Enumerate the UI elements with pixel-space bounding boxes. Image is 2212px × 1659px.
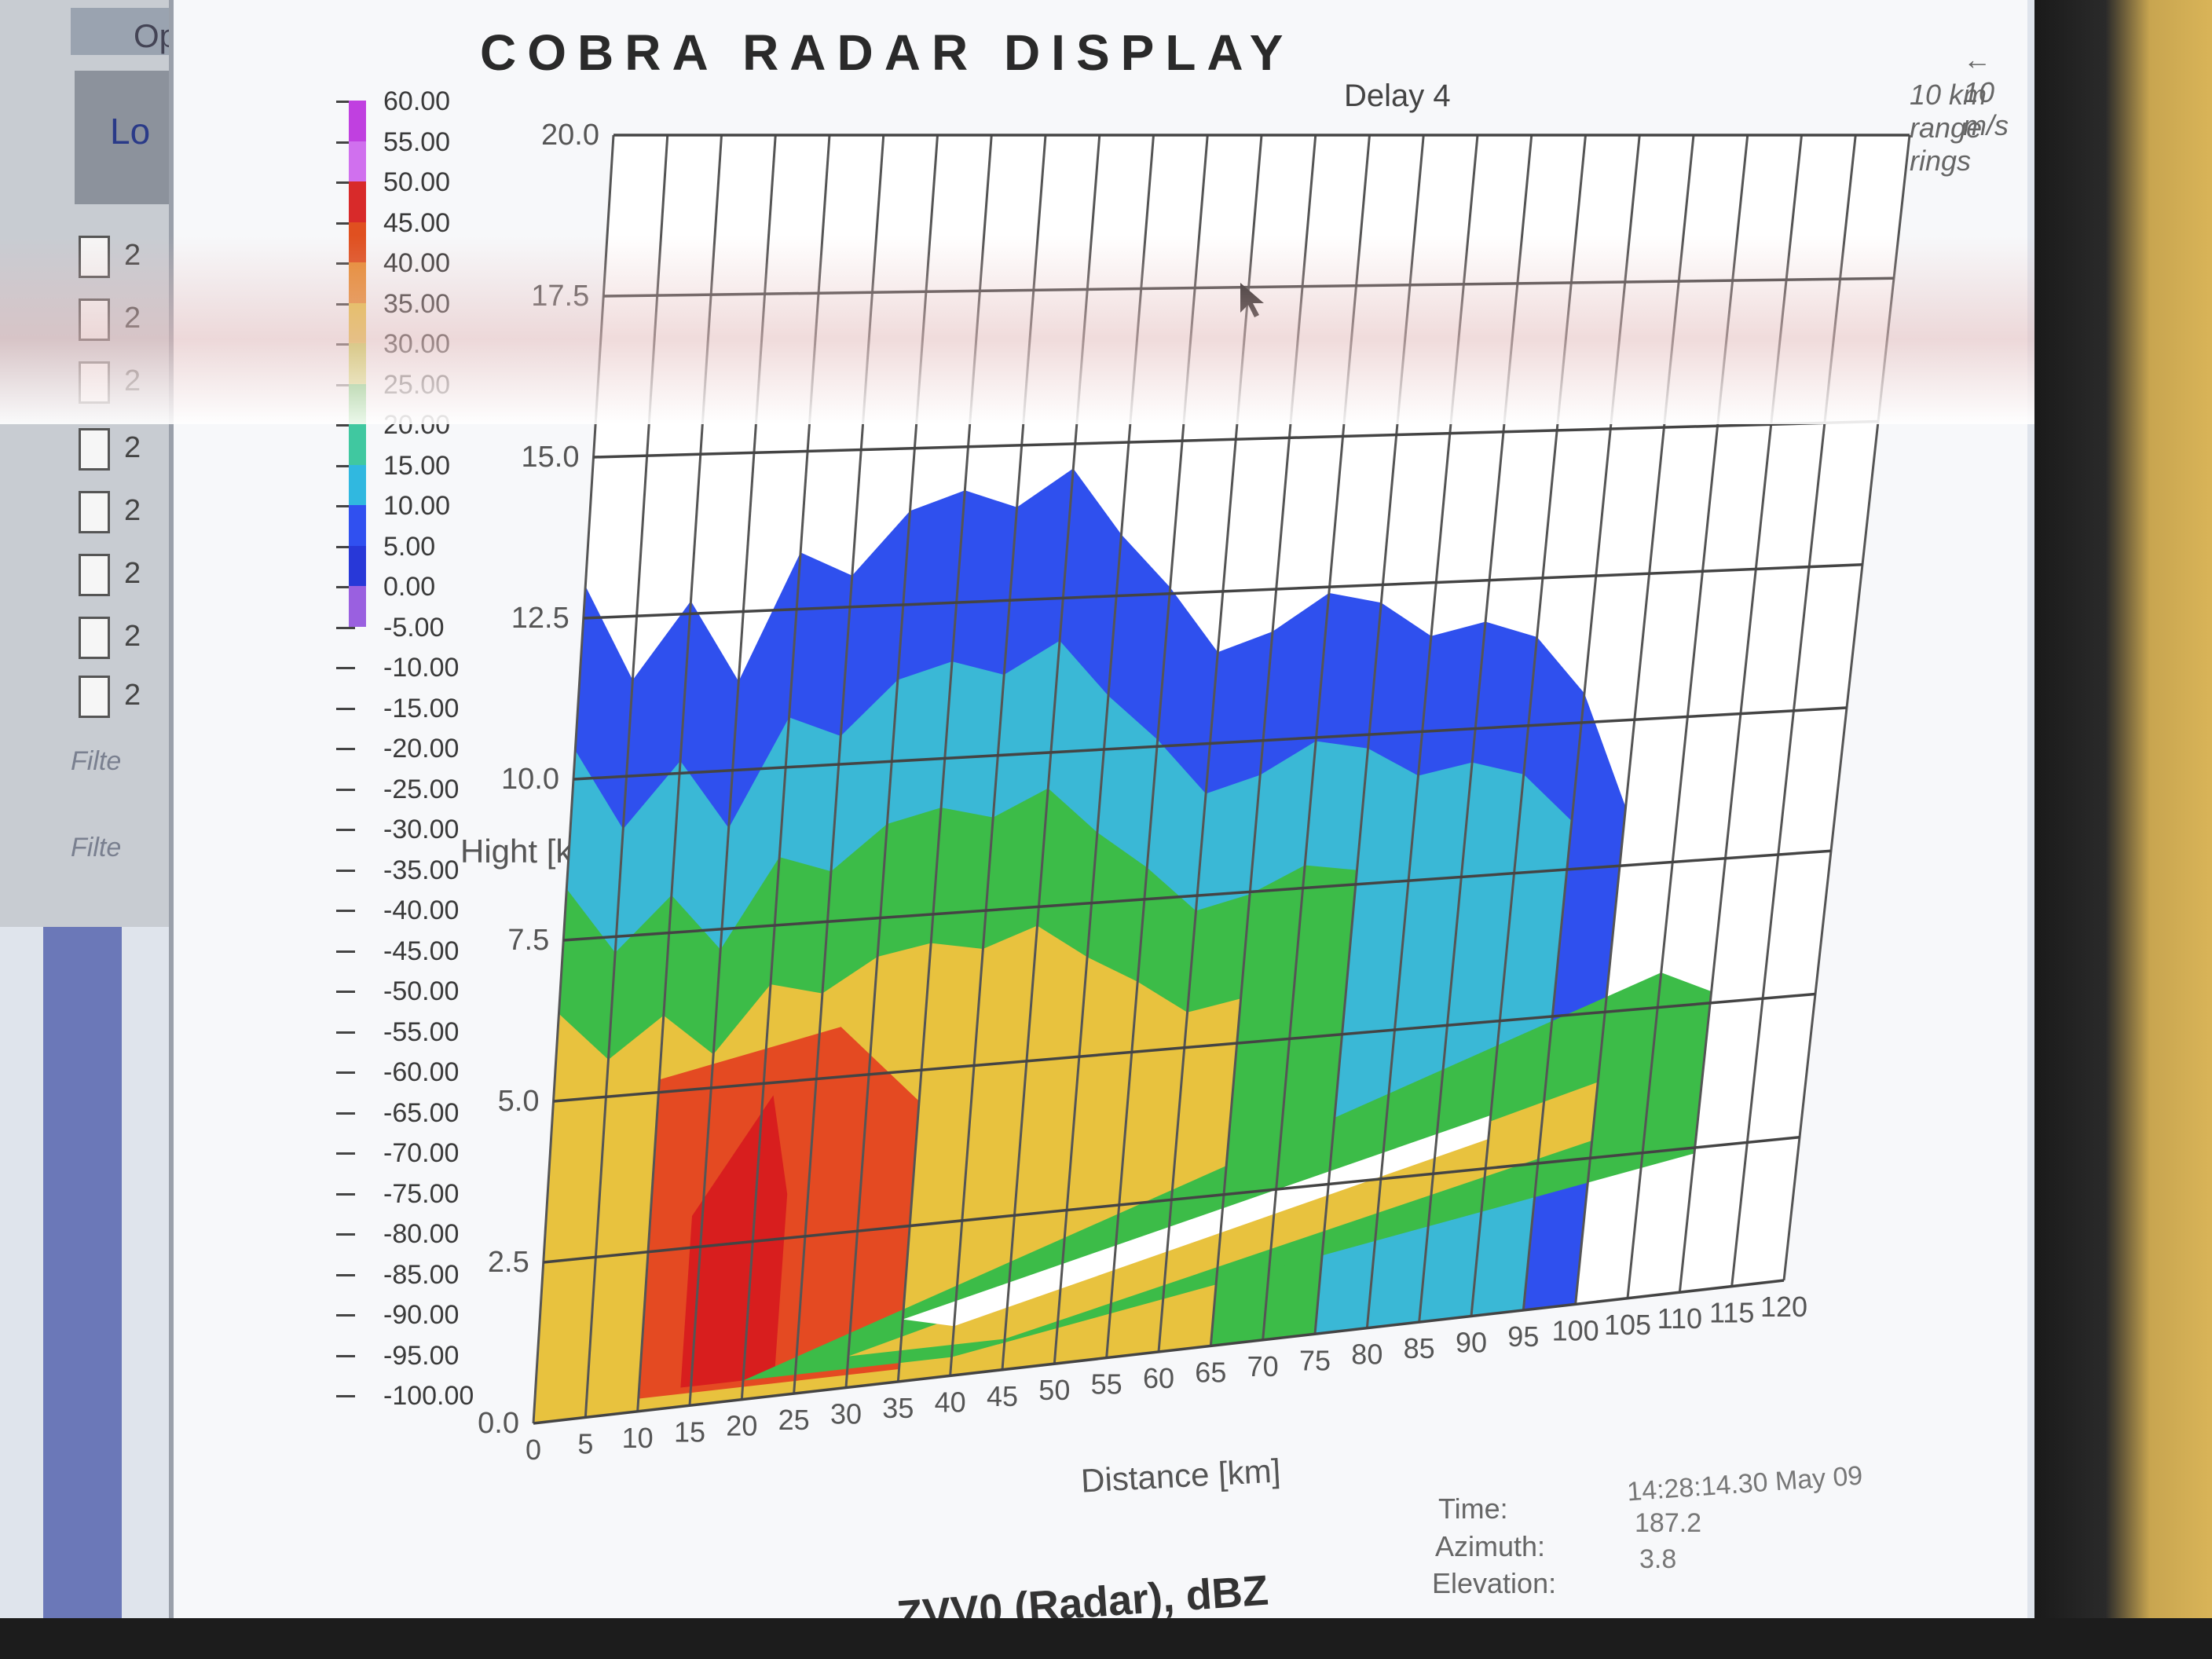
background-window[interactable]: Op Lo 2 2 2 2 2 2 2 2 Filte Filte (0, 0, 183, 927)
y-tick-label: 2.5 (488, 1246, 529, 1279)
screen-glare (0, 236, 2042, 424)
x-tick-label: 30 (830, 1398, 862, 1430)
file-icon (79, 491, 110, 533)
x-tick-label: 120 (1760, 1291, 1807, 1323)
file-list-item[interactable]: 2 (79, 554, 165, 601)
file-icon (79, 617, 110, 659)
time-label: Time: (1438, 1492, 1508, 1525)
x-tick-label: 80 (1351, 1339, 1382, 1371)
x-tick-label: 50 (1038, 1374, 1070, 1406)
x-tick-label: 45 (987, 1380, 1018, 1412)
x-tick-label: 85 (1404, 1332, 1435, 1364)
x-tick-label: 70 (1247, 1350, 1279, 1382)
file-icon (79, 554, 110, 596)
x-tick-label: 60 (1143, 1362, 1174, 1394)
x-tick-label: 55 (1091, 1368, 1122, 1401)
y-tick-label: 5.0 (498, 1085, 540, 1118)
x-tick-label: 100 (1552, 1314, 1599, 1346)
elevation-label: Elevation: (1432, 1567, 1557, 1599)
y-tick-label: 0.0 (478, 1407, 519, 1440)
file-name: 2 (124, 679, 141, 712)
file-name: 2 (124, 557, 141, 590)
x-tick-label: 0 (526, 1434, 541, 1466)
x-tick-label: 95 (1507, 1320, 1539, 1353)
file-name: 2 (124, 431, 141, 464)
x-tick-label: 10 (622, 1422, 654, 1454)
file-icon (79, 428, 110, 471)
x-tick-label: 5 (577, 1427, 593, 1459)
file-list-item[interactable]: 2 (79, 491, 165, 538)
filter-label: Filte (71, 746, 122, 776)
file-list-item[interactable]: 2 (79, 617, 165, 664)
y-tick-label: 7.5 (507, 924, 549, 957)
x-tick-label: 35 (882, 1392, 914, 1424)
x-tick-label: 75 (1299, 1344, 1331, 1376)
y-tick-label: 20.0 (541, 119, 599, 152)
monitor-bezel-bottom (0, 1618, 2212, 1659)
file-name: 2 (124, 620, 141, 653)
x-tick-label: 40 (935, 1386, 966, 1418)
x-tick-label: 105 (1604, 1309, 1651, 1341)
x-tick-label: 90 (1456, 1327, 1487, 1359)
y-tick-label: 15.0 (522, 441, 580, 474)
elevation-value: 3.8 (1639, 1544, 1677, 1574)
azimuth-value: 187.2 (1635, 1508, 1702, 1538)
filter-label: Filte (71, 833, 122, 862)
file-icon (79, 676, 110, 718)
x-tick-label: 20 (726, 1410, 757, 1442)
taskbar-strip (43, 927, 122, 1642)
azimuth-label: Azimuth: (1435, 1530, 1546, 1562)
y-tick-label: 10.0 (501, 763, 559, 796)
x-tick-label: 65 (1195, 1356, 1226, 1388)
y-tick-label: 12.5 (511, 602, 569, 635)
x-tick-label: 115 (1709, 1297, 1754, 1329)
file-name: 2 (124, 494, 141, 527)
monitor-bezel (2034, 0, 2212, 1659)
background-panel-label: Lo (110, 111, 151, 152)
file-list-item[interactable]: 2 (79, 676, 165, 723)
x-tick-label: 25 (778, 1404, 810, 1436)
x-tick-label: 15 (674, 1415, 705, 1448)
x-tick-label: 110 (1657, 1302, 1702, 1335)
monitor-screen: Op Lo 2 2 2 2 2 2 2 2 Filte Filte COBRA … (0, 0, 2042, 1642)
file-list-item[interactable]: 2 (79, 428, 165, 475)
